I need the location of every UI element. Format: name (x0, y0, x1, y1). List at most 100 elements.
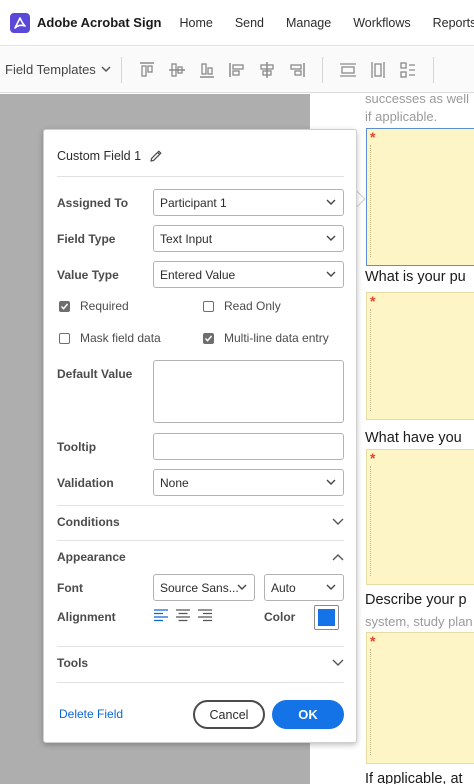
brand-name: Adobe Acrobat Sign (37, 15, 162, 30)
chevron-down-icon (332, 659, 344, 666)
chevron-down-icon (326, 199, 336, 205)
required-marker: * (370, 293, 376, 309)
delete-field-link[interactable]: Delete Field (59, 707, 123, 721)
color-picker[interactable] (314, 605, 339, 630)
assigned-to-select[interactable]: Participant 1 (153, 189, 344, 216)
chevron-down-icon (326, 235, 336, 241)
divider (57, 646, 344, 647)
align-top-icon[interactable] (138, 61, 156, 79)
font-label: Font (57, 581, 83, 595)
assigned-to-value: Participant 1 (160, 195, 227, 210)
distribute-horizontal-icon[interactable] (339, 61, 357, 79)
chevron-down-icon (332, 518, 344, 525)
alignment-options (153, 608, 219, 622)
text-field[interactable]: * (366, 292, 474, 420)
default-value-textarea[interactable] (153, 360, 344, 423)
chevron-down-icon (101, 66, 111, 73)
chevron-down-icon (237, 584, 247, 590)
nav-workflows[interactable]: Workflows (353, 16, 410, 30)
field-cursor (370, 145, 371, 257)
multi-line-label: Multi-line data entry (224, 331, 329, 345)
field-name: Custom Field 1 (57, 149, 142, 163)
mask-field-data-checkbox[interactable]: Mask field data (59, 331, 161, 345)
appearance-label: Appearance (57, 550, 126, 564)
document-text-line: if applicable. (365, 109, 438, 124)
checkbox-unchecked-icon (59, 332, 70, 344)
nav-manage[interactable]: Manage (286, 16, 331, 30)
cancel-button[interactable]: Cancel (193, 700, 265, 729)
align-middle-icon[interactable] (168, 61, 186, 79)
field-type-select[interactable]: Text Input (153, 225, 344, 252)
toolbar-divider (120, 56, 122, 83)
default-value-label: Default Value (57, 367, 133, 381)
conditions-section-toggle[interactable]: Conditions (57, 512, 344, 532)
field-cursor (370, 466, 371, 576)
mask-field-data-label: Mask field data (80, 331, 161, 345)
arrange-icon[interactable] (399, 61, 417, 79)
brand[interactable]: Adobe Acrobat Sign (10, 12, 162, 33)
text-align-left-icon[interactable] (153, 608, 169, 622)
field-templates-button[interactable]: Field Templates (5, 62, 111, 77)
nav-home[interactable]: Home (179, 16, 212, 30)
chevron-down-icon (326, 479, 336, 485)
validation-select[interactable]: None (153, 469, 344, 496)
tools-section-toggle[interactable]: Tools (57, 653, 344, 673)
divider (57, 505, 344, 506)
tools-label: Tools (57, 656, 89, 670)
field-cursor (370, 309, 371, 411)
multi-line-checkbox[interactable]: Multi-line data entry (203, 331, 329, 345)
document-question: What have you (365, 430, 462, 446)
value-type-value: Entered Value (160, 267, 236, 282)
custom-field-1[interactable]: * (366, 128, 474, 266)
text-align-right-icon[interactable] (197, 608, 213, 622)
document-question: What is your pu (365, 269, 466, 285)
required-marker: * (370, 129, 376, 145)
checkbox-checked-icon (203, 332, 214, 344)
align-center-icon[interactable] (258, 61, 276, 79)
validation-value: None (160, 475, 189, 490)
text-align-center-icon[interactable] (175, 608, 191, 622)
read-only-checkbox[interactable]: Read Only (203, 299, 281, 313)
font-family-select[interactable]: Source Sans... (153, 574, 255, 601)
text-field[interactable]: * (366, 449, 474, 585)
field-type-value: Text Input (160, 231, 213, 246)
distribute-vertical-icon[interactable] (369, 61, 387, 79)
divider (57, 682, 344, 683)
field-type-label: Field Type (57, 232, 116, 246)
pencil-edit-icon[interactable] (149, 149, 163, 163)
document-question: Describe your p (365, 592, 467, 608)
validation-label: Validation (57, 476, 114, 490)
color-label: Color (264, 610, 296, 624)
alignment-label: Alignment (57, 610, 116, 624)
text-field[interactable]: * (366, 632, 474, 764)
conditions-label: Conditions (57, 515, 120, 529)
align-right-icon[interactable] (288, 61, 306, 79)
divider (57, 540, 344, 541)
align-left-icon[interactable] (228, 61, 246, 79)
color-swatch-fill (318, 609, 335, 626)
document-text-line: system, study plan (365, 614, 473, 629)
font-size-select[interactable]: Auto (264, 574, 344, 601)
checkbox-checked-icon (59, 300, 70, 312)
field-cursor (370, 649, 371, 755)
value-type-select[interactable]: Entered Value (153, 261, 344, 288)
required-checkbox[interactable]: Required (59, 299, 129, 313)
ok-button[interactable]: OK (272, 700, 344, 729)
tooltip-label: Tooltip (57, 440, 97, 454)
font-size-value: Auto (271, 580, 296, 595)
chevron-up-icon (332, 554, 344, 561)
value-type-label: Value Type (57, 268, 119, 282)
document-text-line: successes as well (365, 94, 470, 106)
align-bottom-icon[interactable] (198, 61, 216, 79)
nav-reports[interactable]: Reports (433, 16, 474, 30)
nav-send[interactable]: Send (235, 16, 264, 30)
font-family-value: Source Sans... (160, 580, 239, 595)
appearance-section-toggle[interactable]: Appearance (57, 547, 344, 567)
divider (57, 176, 344, 177)
required-label: Required (80, 299, 129, 313)
tooltip-input[interactable] (153, 433, 344, 460)
required-marker: * (370, 633, 376, 649)
document-question: If applicable, at (365, 771, 463, 784)
required-marker: * (370, 450, 376, 466)
field-properties-panel: Custom Field 1 Assigned To Participant 1… (43, 129, 357, 743)
